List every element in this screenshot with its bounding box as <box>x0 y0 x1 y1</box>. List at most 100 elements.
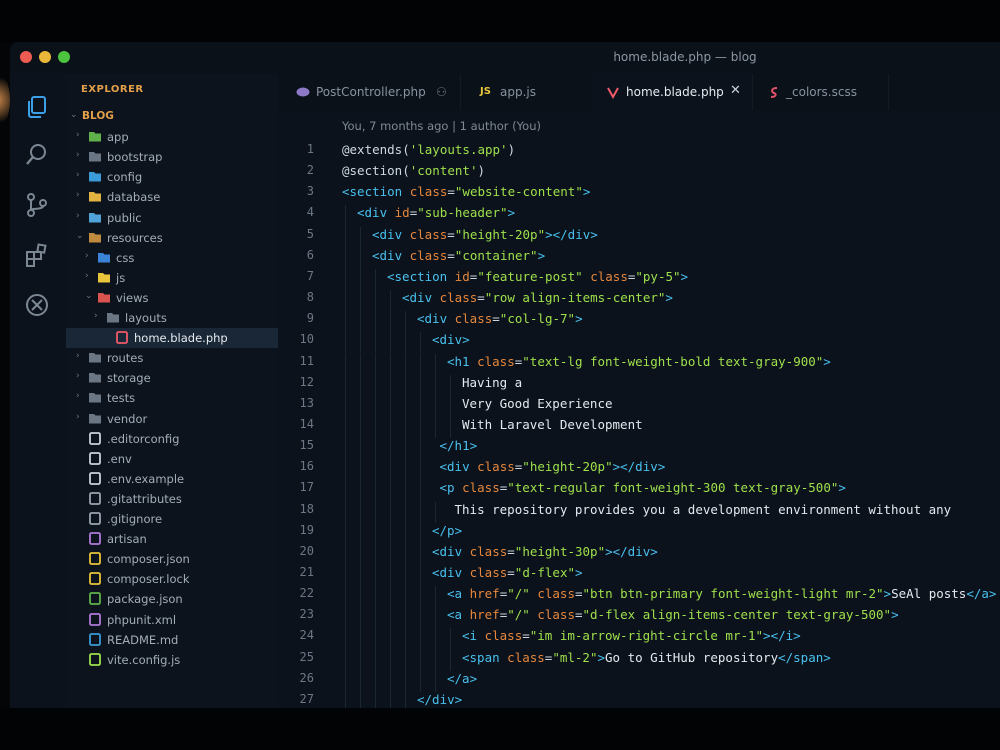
tree-root-folder[interactable]: ⌄ BLOG <box>66 107 278 127</box>
code-line[interactable]: <a href="/" class="btn btn-primary font-… <box>447 586 996 601</box>
code-line[interactable]: <div class="height-30p"></div> <box>432 544 658 559</box>
tree-item-gitignore[interactable]: .gitignore <box>66 509 278 529</box>
tree-item-css[interactable]: › css <box>66 248 278 268</box>
code-line[interactable]: <section id="feature-post" class="py-5"> <box>387 269 688 284</box>
chevron-right-icon: › <box>94 311 98 321</box>
code-line[interactable]: <div class="col-lg-7"> <box>417 311 583 326</box>
line-number: 27 <box>299 691 314 706</box>
indent-guide <box>450 374 451 396</box>
tab-postcontroller[interactable]: PostController.php ⚇ <box>278 74 461 110</box>
search-icon[interactable] <box>24 142 50 168</box>
tree-item-app[interactable]: › app <box>66 127 278 147</box>
chevron-down-icon: ⌄ <box>85 290 93 301</box>
tree-item-composer-json[interactable]: composer.json <box>66 549 278 569</box>
chevron-right-icon: › <box>76 170 80 181</box>
code-token: class <box>469 459 515 475</box>
code-line[interactable]: Very Good Experience <box>462 396 613 411</box>
code-line[interactable]: <section class="website-content"> <box>342 184 590 199</box>
indent-guide <box>435 374 436 396</box>
code-line[interactable]: Having a <box>462 375 522 390</box>
indent-guide <box>360 395 361 417</box>
code-line[interactable]: <div class="d-flex"> <box>432 565 583 580</box>
code-token: 'content' <box>409 163 478 179</box>
tree-item-label: resources <box>107 230 163 245</box>
code-line[interactable]: </h1> <box>440 438 478 453</box>
tree-item-js[interactable]: › js <box>66 268 278 288</box>
tree-item-public[interactable]: › public <box>66 208 278 228</box>
code-line[interactable]: <div class="row align-items-center"> <box>402 290 673 305</box>
code-token: = <box>574 607 583 623</box>
indent-guide <box>390 480 391 502</box>
line-number: 15 <box>299 438 314 453</box>
code-line[interactable]: <div class="height-20p"></div> <box>440 459 666 474</box>
tree-item-readme-md[interactable]: README.md <box>66 630 278 650</box>
tree-item-label: phpunit.xml <box>107 612 177 627</box>
tree-item-resources[interactable]: ⌄ resources <box>66 228 278 248</box>
code-line[interactable]: With Laravel Development <box>462 417 643 432</box>
tree-item-gitattributes[interactable]: .gitattributes <box>66 489 278 509</box>
tree-item-layouts[interactable]: › layouts <box>66 308 278 328</box>
extensions-icon[interactable] <box>24 242 50 268</box>
tree-item-storage[interactable]: › storage <box>66 368 278 388</box>
code-line[interactable]: <div id="sub-header"> <box>357 205 515 220</box>
minimize-window-button[interactable] <box>39 51 51 63</box>
chevron-down-icon: ⌄ <box>70 110 78 120</box>
tree-item-config[interactable]: › config <box>66 167 278 187</box>
tree-item-views[interactable]: ⌄ views <box>66 288 278 308</box>
code-line[interactable]: <a href="/" class="d-flex align-items-ce… <box>447 607 899 622</box>
folder-icon <box>89 152 101 162</box>
tree-item-composer-lock[interactable]: composer.lock <box>66 569 278 589</box>
code-token: <div <box>432 543 463 559</box>
close-tab-icon[interactable]: ✕ <box>730 83 741 98</box>
code-token: <h1 <box>447 353 470 369</box>
code-line[interactable]: </a> <box>447 671 477 686</box>
tree-item-artisan[interactable]: artisan <box>66 529 278 549</box>
code-token: class <box>582 268 628 284</box>
code-line[interactable]: <div class="height-20p"></div> <box>372 227 598 242</box>
indent-guide <box>345 353 346 375</box>
maximize-window-button[interactable] <box>58 51 70 63</box>
tree-item-env-example[interactable]: .env.example <box>66 469 278 489</box>
tab-app-js[interactable]: JS app.js <box>460 74 593 110</box>
indent-guide <box>345 290 346 312</box>
tree-item-label: database <box>107 190 161 205</box>
code-line[interactable]: <span class="ml-2">Go to GitHub reposito… <box>462 650 831 665</box>
code-line[interactable]: <div> <box>432 332 470 347</box>
tree-item-phpunit-xml[interactable]: phpunit.xml <box>66 610 278 630</box>
tree-item-env[interactable]: .env <box>66 449 278 469</box>
code-editor[interactable]: You, 7 months ago | 1 author (You) 1 @ext… <box>278 110 1000 708</box>
code-line[interactable]: @section('content') <box>342 163 485 178</box>
split-icon[interactable]: ⚇ <box>436 85 447 99</box>
code-line[interactable]: @extends('layouts.app') <box>342 142 515 157</box>
source-control-icon[interactable] <box>24 192 50 218</box>
tree-item-bootstrap[interactable]: › bootstrap <box>66 147 278 167</box>
code-token: "/" <box>507 586 530 602</box>
code-line[interactable]: </div> <box>417 692 462 707</box>
code-line[interactable]: This repository provides you a developme… <box>455 502 952 517</box>
close-window-button[interactable] <box>20 51 32 63</box>
tree-item-home-blade-php[interactable]: home.blade.php <box>66 328 278 349</box>
code-line[interactable]: <i class="im im-arrow-right-circle mr-1"… <box>462 628 801 643</box>
code-line[interactable]: </p> <box>432 523 462 538</box>
tree-item-routes[interactable]: › routes <box>66 348 278 368</box>
code-line[interactable]: <div class="container"> <box>372 248 545 263</box>
remote-icon[interactable] <box>24 292 50 318</box>
code-token: "feature-post" <box>477 268 583 284</box>
tree-item-database[interactable]: › database <box>66 187 278 207</box>
tree-item-vite-config-js[interactable]: vite.config.js <box>66 650 278 670</box>
tree-item-editorconfig[interactable]: .editorconfig <box>66 429 278 449</box>
explorer-icon[interactable] <box>24 94 50 120</box>
indent-guide <box>375 374 376 396</box>
indent-guide <box>450 416 451 439</box>
code-line[interactable]: <h1 class="text-lg font-weight-bold text… <box>447 354 831 369</box>
tab-colors-scss[interactable]: _colors.scss <box>752 74 889 110</box>
code-token: </span> <box>778 649 831 665</box>
code-line[interactable]: <p class="text-regular font-weight-300 t… <box>440 480 846 495</box>
tab-home-blade[interactable]: home.blade.php ✕ <box>592 74 753 110</box>
code-token: class <box>432 290 478 306</box>
tree-item-tests[interactable]: › tests <box>66 388 278 408</box>
tree-item-vendor[interactable]: › vendor <box>66 409 278 429</box>
tree-item-package-json[interactable]: package.json <box>66 589 278 609</box>
indent-guide <box>420 332 421 354</box>
git-blame-annotation[interactable]: You, 7 months ago | 1 author (You) <box>342 119 541 133</box>
